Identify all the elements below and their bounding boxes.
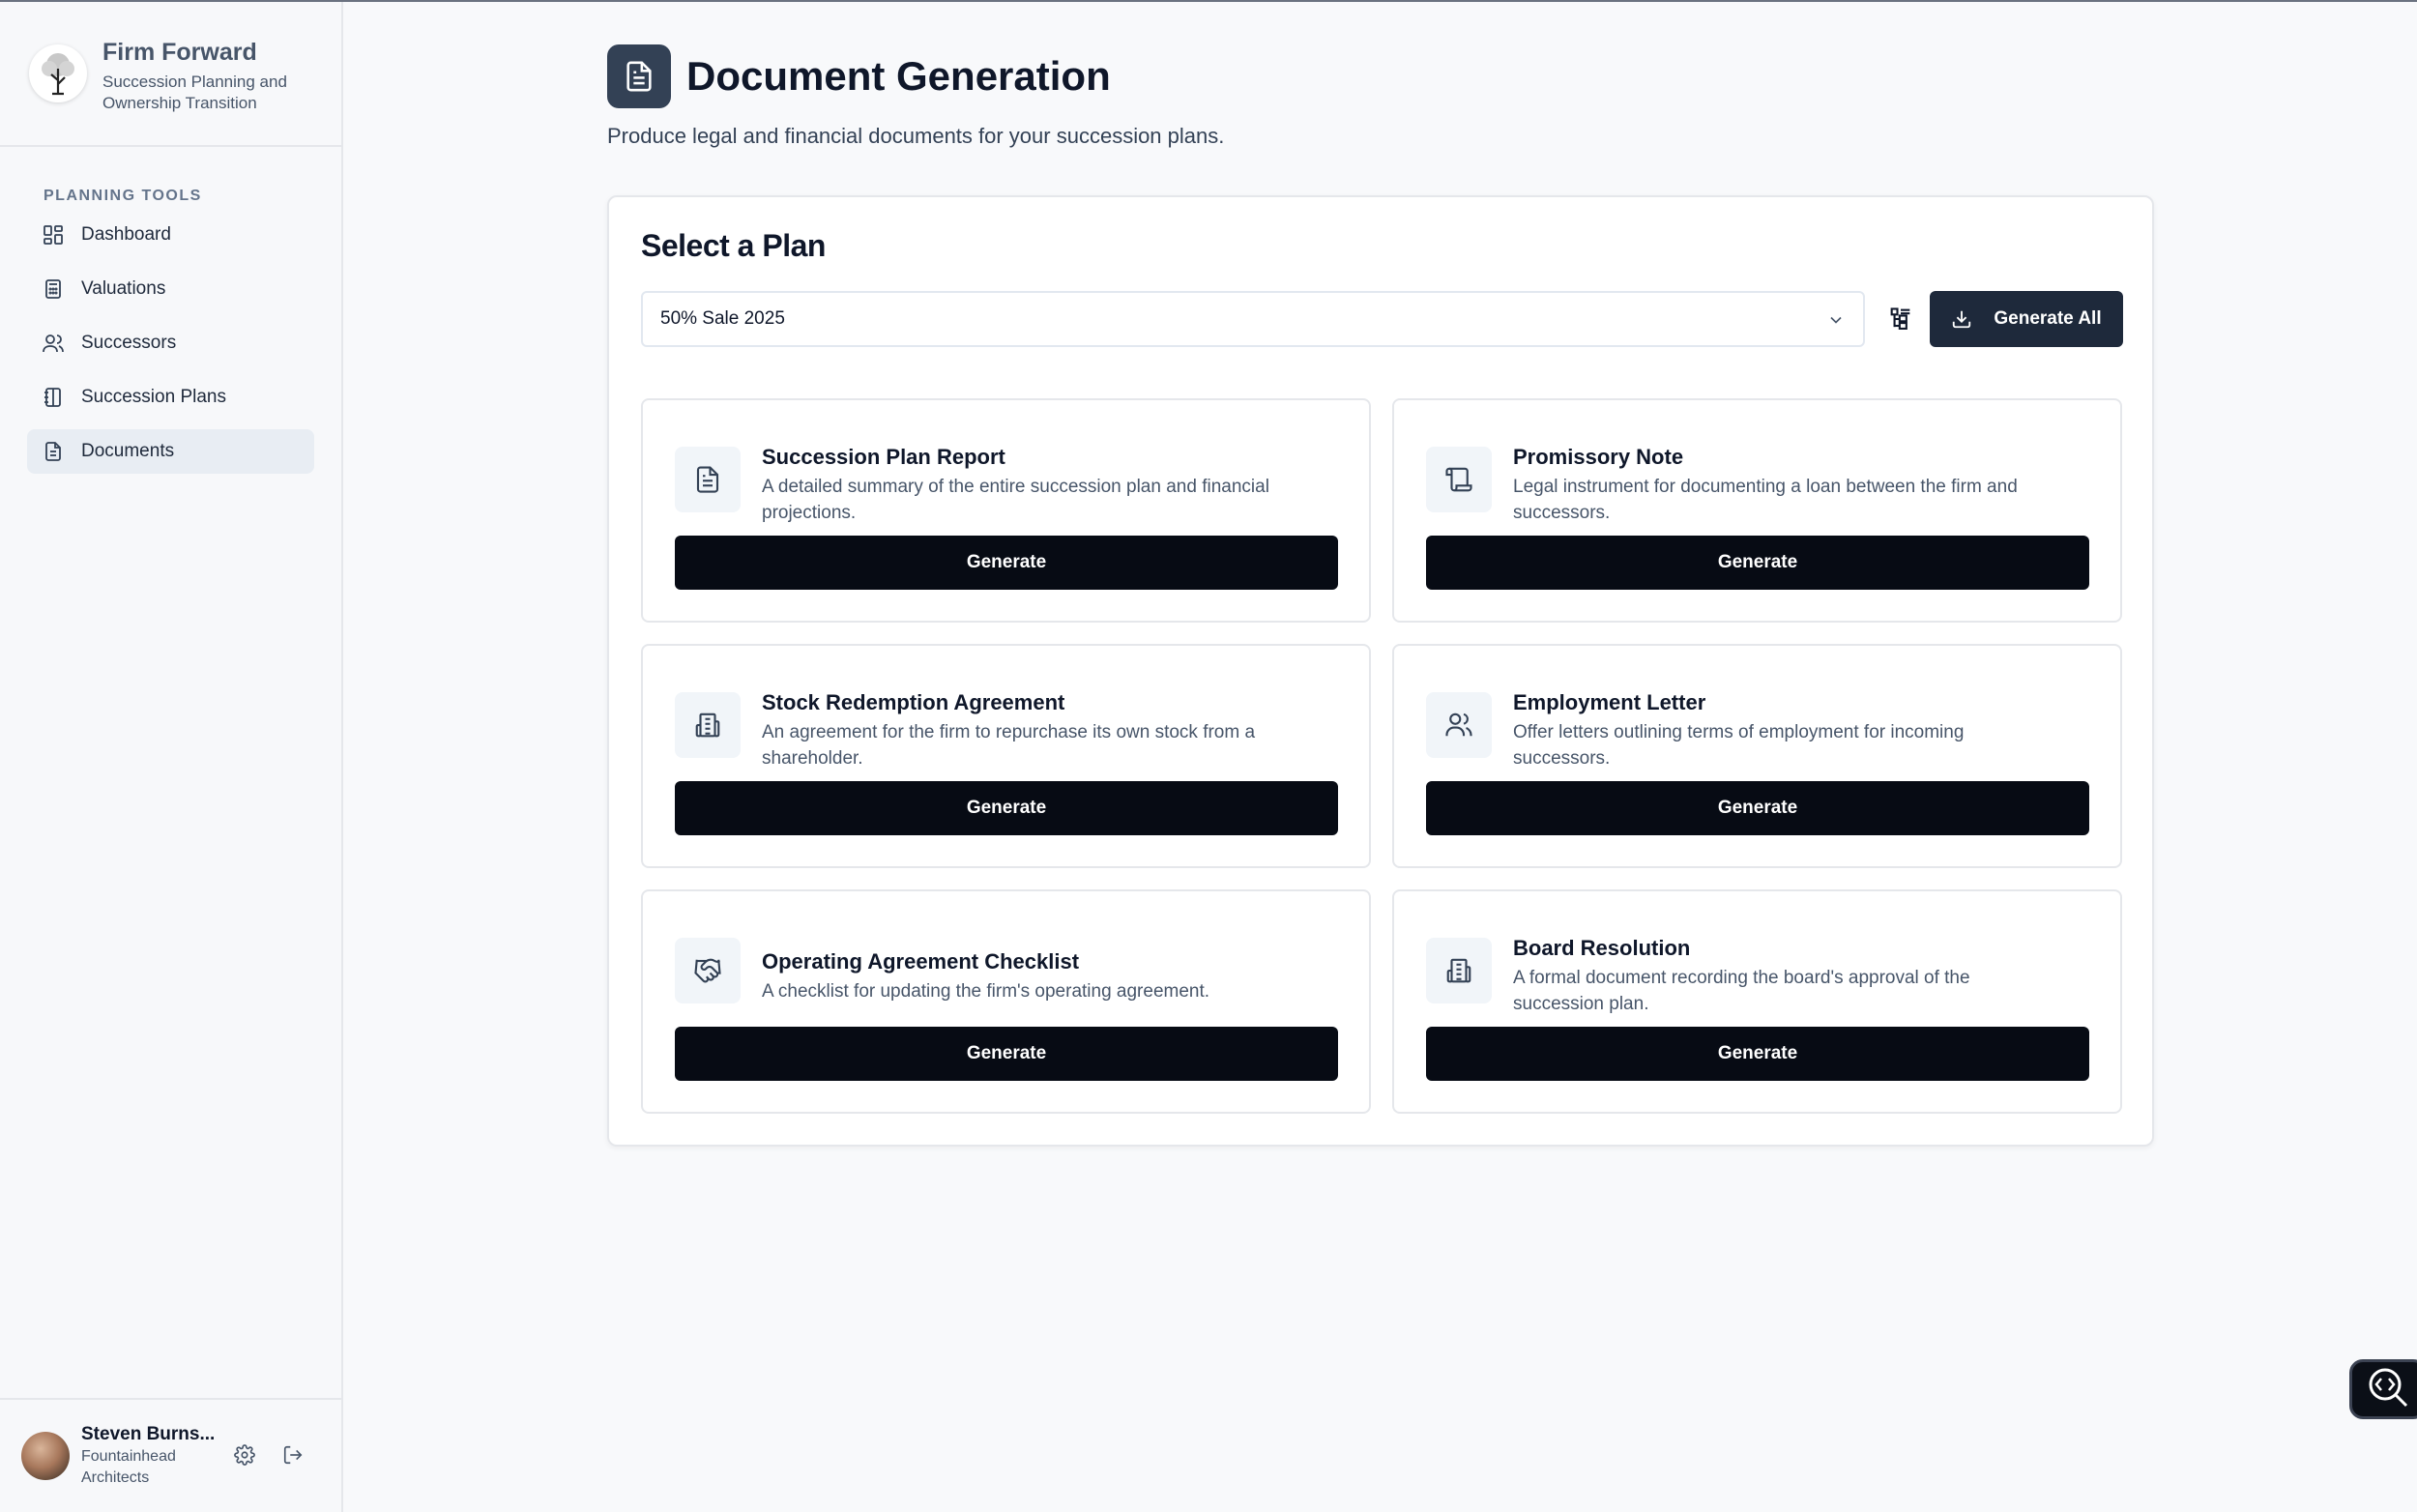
settings-gear-icon[interactable] bbox=[234, 1444, 257, 1468]
document-description: An agreement for the firm to repurchase … bbox=[762, 722, 1256, 769]
page-subtitle: Produce legal and financial documents fo… bbox=[607, 124, 1225, 148]
document-title: Succession Plan Report bbox=[762, 445, 1005, 469]
sidebar-item-valuations[interactable]: Valuations bbox=[27, 267, 314, 311]
file-text-icon bbox=[675, 447, 741, 512]
tree-structure-icon[interactable] bbox=[1887, 305, 1914, 333]
calculator-icon bbox=[43, 278, 64, 300]
avatar[interactable] bbox=[21, 1432, 70, 1480]
dashboard-icon bbox=[43, 224, 64, 246]
section-label: PLANNING TOOLS bbox=[44, 188, 202, 204]
code-search-icon bbox=[2366, 1365, 2410, 1414]
generate-button[interactable]: Generate bbox=[675, 536, 1338, 590]
sidebar-nav: Dashboard Valuations Successors Successi… bbox=[0, 213, 341, 474]
brand-subtitle: Succession Planning and Ownership Transi… bbox=[102, 73, 287, 112]
card-title: Select a Plan bbox=[641, 228, 826, 263]
sidebar-item-label: Dashboard bbox=[81, 224, 171, 245]
sidebar-item-successors[interactable]: Successors bbox=[27, 321, 314, 365]
generate-all-label: Generate All bbox=[1994, 308, 2102, 329]
document-card-board-resolution: Board Resolution A formal document recor… bbox=[1392, 889, 2122, 1114]
chevron-down-icon bbox=[1826, 310, 1846, 330]
tree-logo-icon bbox=[29, 44, 87, 102]
page-title: Document Generation bbox=[686, 53, 1111, 99]
document-description: Offer letters outlining terms of employm… bbox=[1513, 722, 1965, 769]
notebook-icon bbox=[43, 387, 64, 408]
user-name: Steven Burns... bbox=[81, 1424, 216, 1444]
document-icon bbox=[43, 441, 64, 462]
document-description: Legal instrument for documenting a loan … bbox=[1513, 477, 2018, 523]
brand: Firm Forward Succession Planning and Own… bbox=[0, 2, 341, 147]
sidebar-item-documents[interactable]: Documents bbox=[27, 429, 314, 474]
document-title: Promissory Note bbox=[1513, 445, 1684, 469]
generate-button[interactable]: Generate bbox=[1426, 1027, 2089, 1081]
generate-button[interactable]: Generate bbox=[1426, 536, 2089, 590]
sidebar-item-succession-plans[interactable]: Succession Plans bbox=[27, 375, 314, 420]
file-text-icon bbox=[607, 44, 671, 108]
document-card-succession-plan-report: Succession Plan Report A detailed summar… bbox=[641, 398, 1371, 623]
users-icon bbox=[1426, 692, 1492, 758]
document-card-promissory-note: Promissory Note Legal instrument for doc… bbox=[1392, 398, 2122, 623]
logout-icon[interactable] bbox=[282, 1444, 306, 1468]
document-title: Operating Agreement Checklist bbox=[762, 949, 1080, 974]
document-card-stock-redemption-agreement: Stock Redemption Agreement An agreement … bbox=[641, 644, 1371, 868]
sidebar-item-label: Successors bbox=[81, 333, 177, 353]
brand-title: Firm Forward bbox=[102, 39, 257, 66]
generate-button[interactable]: Generate bbox=[1426, 781, 2089, 835]
inspect-code-button[interactable] bbox=[2349, 1359, 2417, 1419]
generate-button[interactable]: Generate bbox=[675, 1027, 1338, 1081]
download-icon bbox=[1951, 308, 1972, 330]
user-org: Fountainhead Architects bbox=[81, 1448, 176, 1486]
sidebar-item-label: Succession Plans bbox=[81, 387, 226, 407]
sidebar-item-label: Valuations bbox=[81, 278, 166, 299]
sidebar: Firm Forward Succession Planning and Own… bbox=[0, 2, 343, 1512]
document-title: Board Resolution bbox=[1513, 936, 1691, 960]
building-icon bbox=[1426, 938, 1492, 1003]
scroll-icon bbox=[1426, 447, 1492, 512]
users-icon bbox=[43, 333, 64, 354]
document-card-employment-letter: Employment Letter Offer letters outlinin… bbox=[1392, 644, 2122, 868]
document-description: A formal document recording the board's … bbox=[1513, 968, 1970, 1014]
main-content: Document Generation Produce legal and fi… bbox=[607, 2, 2154, 1147]
document-description: A checklist for updating the firm's oper… bbox=[762, 981, 1210, 1002]
user-bar: Steven Burns... Fountainhead Architects bbox=[0, 1398, 341, 1512]
plan-select[interactable]: 50% Sale 2025 bbox=[641, 291, 1865, 347]
handshake-icon bbox=[675, 938, 741, 1003]
document-title: Stock Redemption Agreement bbox=[762, 690, 1065, 714]
sidebar-item-label: Documents bbox=[81, 441, 175, 461]
building-icon bbox=[675, 692, 741, 758]
document-title: Employment Letter bbox=[1513, 690, 1706, 714]
generate-button[interactable]: Generate bbox=[675, 781, 1338, 835]
document-description: A detailed summary of the entire success… bbox=[762, 477, 1269, 523]
generate-all-button[interactable]: Generate All bbox=[1930, 291, 2123, 347]
document-card-operating-agreement-checklist: Operating Agreement Checklist A checklis… bbox=[641, 889, 1371, 1114]
plan-select-value: 50% Sale 2025 bbox=[660, 308, 785, 329]
select-plan-card: Select a Plan 50% Sale 2025 Generate All… bbox=[607, 195, 2154, 1147]
sidebar-item-dashboard[interactable]: Dashboard bbox=[27, 213, 314, 257]
